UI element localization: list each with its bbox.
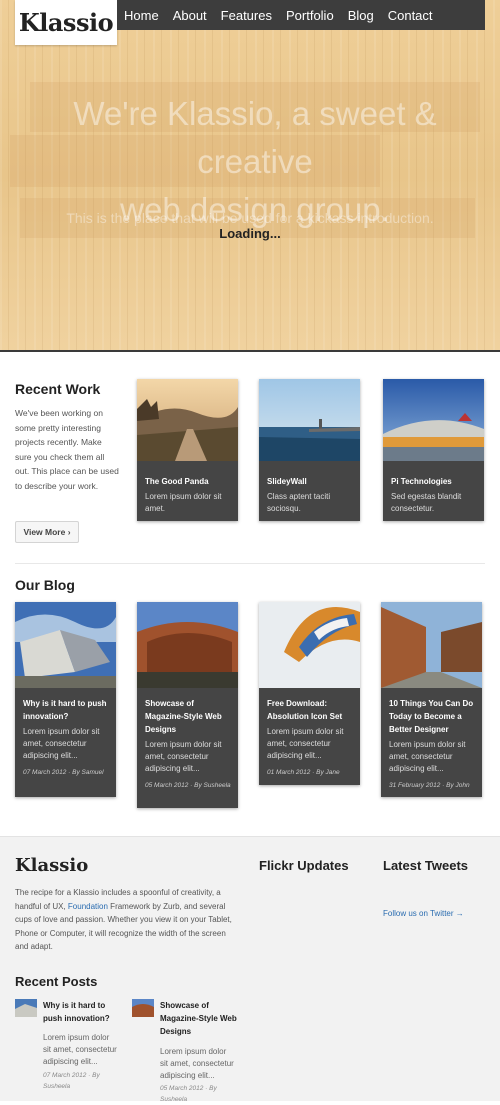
blog-post-excerpt: Lorem ipsum dolor sit amet, consectetur … xyxy=(145,740,222,773)
blog-post-meta: 31 February 2012 · By John xyxy=(389,782,470,789)
recent-post-title: Why is it hard to push innovation? xyxy=(43,1001,110,1023)
hero-subheading: This is the place that will be used for … xyxy=(66,210,434,226)
hero-banner: We're Klassio, a sweet & creative web de… xyxy=(0,0,500,352)
blog-post-excerpt: Lorem ipsum dolor sit amet, consectetur … xyxy=(389,740,466,773)
blog-post-meta: 01 March 2012 · By Jane xyxy=(267,769,340,776)
blog-card[interactable]: Why is it hard to push innovation? Lorem… xyxy=(15,602,116,797)
work-card[interactable]: Pi Technologies Sed egestas blandit cons… xyxy=(383,379,484,521)
blog-post-meta: 05 March 2012 · By Susheela xyxy=(145,782,231,789)
hero-heading-line: We're Klassio, a sweet & creative xyxy=(73,95,437,180)
blog-post-title: Showcase of Magazine-Style Web Designs xyxy=(145,699,222,734)
blog-post-excerpt: Lorem ipsum dolor sit amet, consectetur … xyxy=(267,727,344,760)
recent-post-meta: 07 March 2012 · By Susheela xyxy=(43,1072,100,1090)
work-thumbnail-image xyxy=(383,379,484,461)
hero-divider xyxy=(0,350,500,352)
nav-home[interactable]: Home xyxy=(117,8,166,23)
footer-logo: Klassio xyxy=(15,855,89,876)
work-text: Lorem ipsum dolor sit amet. xyxy=(145,492,222,513)
blog-post-title: 10 Things You Can Do Today to Become a B… xyxy=(389,699,474,734)
blog-post-title: Free Download: Absolution Icon Set xyxy=(267,699,343,721)
recent-post-thumbnail xyxy=(15,999,37,1017)
loading-indicator: Loading... xyxy=(219,226,281,241)
site-logo[interactable]: Klassio xyxy=(15,0,117,45)
nav-contact[interactable]: Contact xyxy=(381,8,440,23)
recent-post-title: Showcase of Magazine-Style Web Designs xyxy=(160,1001,237,1036)
recent-post-excerpt: Lorem ipsum dolor sit amet, consectetur … xyxy=(43,1033,117,1066)
blog-post-title: Why is it hard to push innovation? xyxy=(23,699,107,721)
recent-work-title: Recent Work xyxy=(15,381,101,397)
blog-thumbnail-image xyxy=(381,602,482,688)
foundation-link[interactable]: Foundation xyxy=(68,902,108,911)
work-text: Sed egestas blandit consectetur. xyxy=(391,492,462,513)
work-thumbnail-image xyxy=(137,379,238,461)
footer-description: The recipe for a Klassio includes a spoo… xyxy=(15,886,240,954)
nav-blog[interactable]: Blog xyxy=(341,8,381,23)
recent-post-excerpt: Lorem ipsum dolor sit amet, consectetur … xyxy=(160,1047,234,1080)
recent-work-description: We've been working on some pretty intere… xyxy=(15,408,119,491)
blog-post-excerpt: Lorem ipsum dolor sit amet, consectetur … xyxy=(23,727,100,760)
blog-thumbnail-image xyxy=(15,602,116,688)
main-nav: Home About Features Portfolio Blog Conta… xyxy=(117,0,485,30)
nav-about[interactable]: About xyxy=(166,8,214,23)
blog-title: Our Blog xyxy=(15,577,75,593)
section-divider xyxy=(15,563,485,564)
nav-features[interactable]: Features xyxy=(214,8,279,23)
blog-thumbnail-image xyxy=(137,602,238,688)
blog-card[interactable]: Free Download: Absolution Icon Set Lorem… xyxy=(259,602,360,785)
work-thumbnail-image xyxy=(259,379,360,461)
work-text: Class aptent taciti sociosqu. xyxy=(267,492,331,513)
nav-portfolio[interactable]: Portfolio xyxy=(279,8,341,23)
blog-thumbnail-image xyxy=(259,602,360,688)
tweets-title: Latest Tweets xyxy=(383,858,469,873)
follow-twitter-link[interactable]: Follow us on Twitter → xyxy=(383,909,464,918)
work-title: Pi Technologies xyxy=(391,477,452,486)
recent-post-thumbnail xyxy=(132,999,154,1017)
flickr-title: Flickr Updates xyxy=(259,858,349,873)
blog-card[interactable]: 10 Things You Can Do Today to Become a B… xyxy=(381,602,482,797)
work-title: SlideyWall xyxy=(267,477,307,486)
work-title: The Good Panda xyxy=(145,477,209,486)
work-card[interactable]: SlideyWall Class aptent taciti sociosqu. xyxy=(259,379,360,521)
work-card[interactable]: The Good Panda Lorem ipsum dolor sit ame… xyxy=(137,379,238,521)
blog-card[interactable]: Showcase of Magazine-Style Web Designs L… xyxy=(137,602,238,808)
recent-post-meta: 05 March 2012 · By Susheela xyxy=(160,1085,217,1103)
blog-post-meta: 07 March 2012 · By Samuel xyxy=(23,769,104,776)
recent-posts-title: Recent Posts xyxy=(15,974,98,989)
logo-text: Klassio xyxy=(18,8,114,37)
view-more-button[interactable]: View More › xyxy=(15,521,79,543)
